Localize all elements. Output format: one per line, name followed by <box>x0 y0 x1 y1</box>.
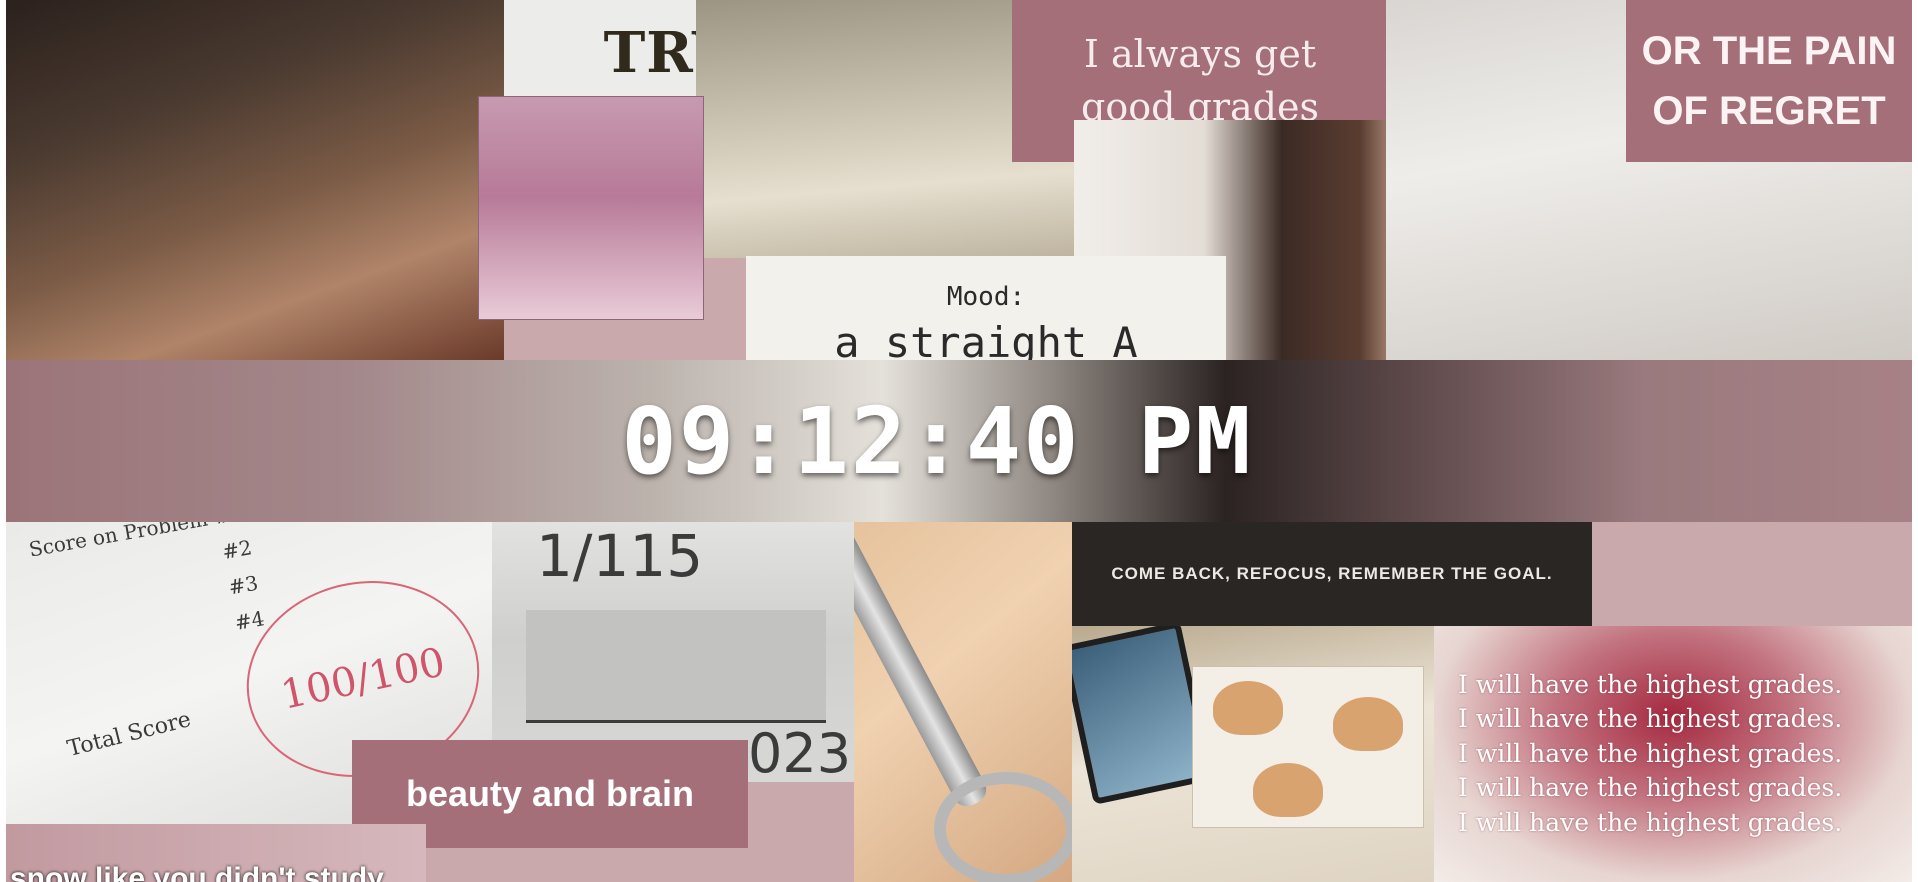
regret-line-2: OF REGRET <box>1652 89 1886 133</box>
affirmation-line-1: I will have the highest grades. <box>1458 669 1843 699</box>
cartoon-reading-image <box>478 96 704 320</box>
caption-text: snow like you didn't study <box>10 862 384 882</box>
refocus-banner: COME BACK, REFOCUS, REMEMBER THE GOAL. <box>1072 522 1592 626</box>
mood-label: Mood: <box>946 281 1026 312</box>
clock-time: 09:12:40 PM <box>621 387 1253 495</box>
paper-fraction: 1/115 <box>536 522 704 590</box>
pain-of-regret-card: OR THE PAIN OF REGRET <box>1626 0 1912 162</box>
affirmation-line-4: I will have the highest grades. <box>1458 773 1843 803</box>
always-line-1: I always get <box>1083 31 1317 76</box>
total-score-label: Total Score <box>64 707 194 762</box>
paper-gray-block <box>526 610 826 723</box>
affirmation-card: I will have the highest grades. I will h… <box>1434 626 1912 882</box>
affirmation-line-5: I will have the highest grades. <box>1458 807 1843 837</box>
scissors-photo <box>854 522 1072 882</box>
brain-illustration <box>1253 763 1323 817</box>
scissors-blade <box>854 522 992 812</box>
scissors-handle <box>934 772 1072 882</box>
brain-textbook-photo <box>1072 626 1434 882</box>
anatomy-book <box>1192 666 1424 828</box>
affirmation-line-3: I will have the highest grades. <box>1458 738 1843 768</box>
caption-strip: snow like you didn't study <box>6 824 426 882</box>
clock-band: 09:12:40 PM <box>6 360 1912 522</box>
mood-card: Mood: a straight A <box>746 256 1226 367</box>
refocus-text: COME BACK, REFOCUS, REMEMBER THE GOAL. <box>1111 564 1553 583</box>
paper-year: 023 <box>748 722 852 782</box>
affirmation-line-2: I will have the highest grades. <box>1458 704 1843 734</box>
wallpaper-collage: TRY. I always get good grades Mood: a st… <box>6 0 1912 882</box>
brain-illustration <box>1213 681 1283 735</box>
beauty-text: beauty and brain <box>405 773 695 814</box>
score-mark: 100/100 <box>276 639 450 719</box>
regret-line-1: OR THE PAIN <box>1641 29 1897 73</box>
brain-illustration <box>1333 697 1403 751</box>
score-lines: Score on Problem #1 #2 #3 #4 <box>26 522 267 674</box>
study-photo <box>6 0 504 360</box>
